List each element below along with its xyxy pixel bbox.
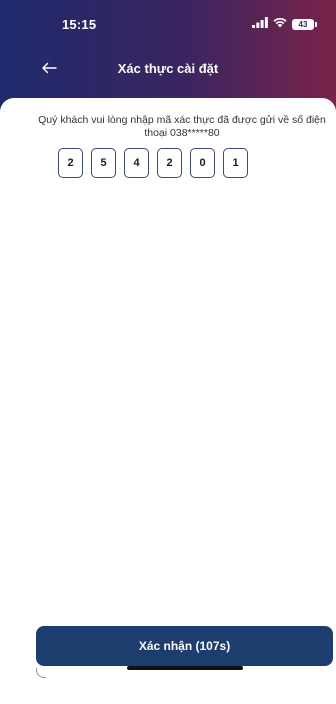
home-indicator[interactable] <box>127 666 243 670</box>
otp-digit-6[interactable]: 1 <box>223 148 248 178</box>
otp-instruction: Quý khách vui lòng nhập mã xác thực đã đ… <box>38 114 326 139</box>
status-time: 15:15 <box>62 17 97 32</box>
status-icons: 43 <box>252 15 317 33</box>
screen: 15:15 43 Xác thực cài đặt Quý khách vui … <box>0 0 336 704</box>
confirm-button[interactable]: Xác nhận (107s) <box>36 626 333 666</box>
page-title: Xác thực cài đặt <box>117 61 219 76</box>
header-background: 15:15 43 Xác thực cài đặt <box>0 0 336 112</box>
signal-icon <box>252 15 268 33</box>
otp-digit-5[interactable]: 0 <box>190 148 215 178</box>
status-bar: 15:15 43 <box>0 0 336 40</box>
otp-digit-1[interactable]: 2 <box>58 148 83 178</box>
wifi-icon <box>273 15 287 33</box>
otp-digit-3[interactable]: 4 <box>124 148 149 178</box>
nav-bar: Xác thực cài đặt <box>0 52 336 88</box>
battery-icon: 43 <box>292 18 317 30</box>
corner-decoration <box>36 668 46 678</box>
otp-digit-2[interactable]: 5 <box>91 148 116 178</box>
otp-card: Quý khách vui lòng nhập mã xác thực đã đ… <box>0 98 336 704</box>
otp-digit-4[interactable]: 2 <box>157 148 182 178</box>
otp-input-group: 2 5 4 2 0 1 <box>58 148 248 178</box>
